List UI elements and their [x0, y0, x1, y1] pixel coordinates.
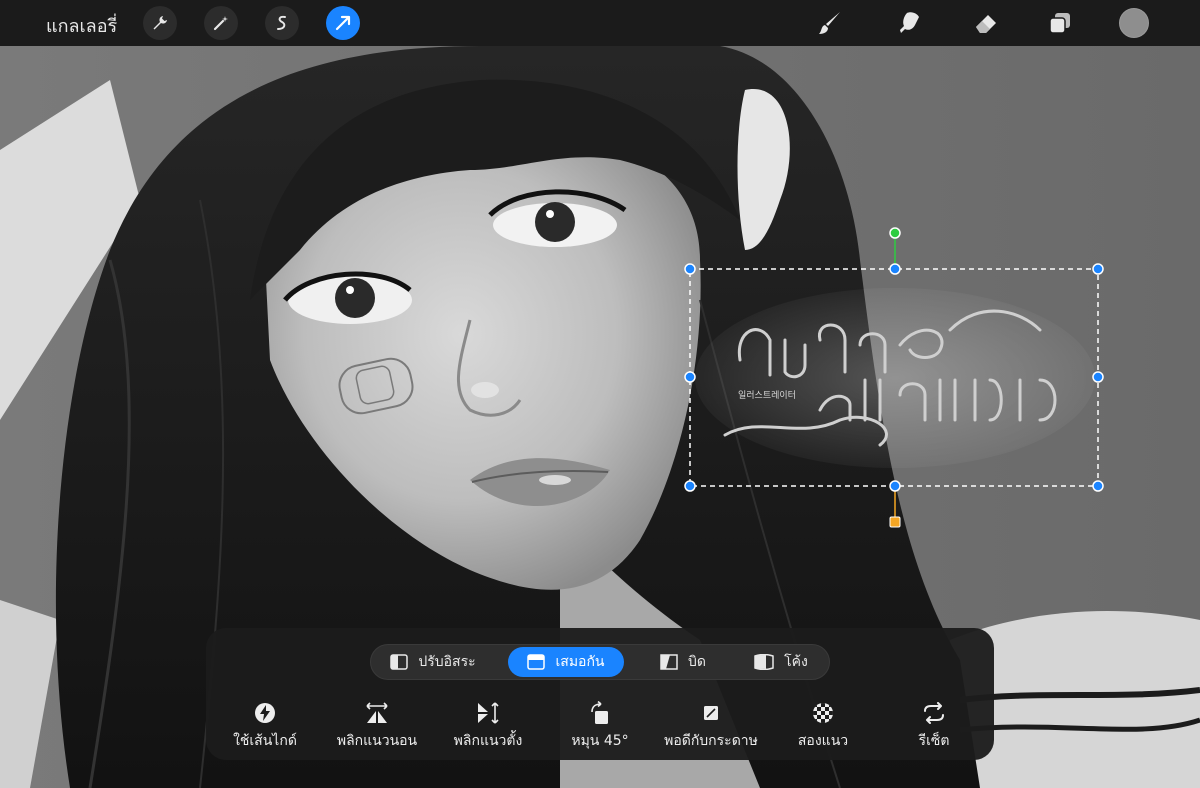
reset-button[interactable]: รีเซ็ต [869, 700, 999, 752]
handle-top-right[interactable] [1092, 263, 1104, 275]
actions-button[interactable] [143, 6, 177, 40]
eraser-icon [976, 15, 996, 33]
interpolation-label: สองแนว [797, 733, 849, 749]
adjustments-button[interactable] [204, 6, 238, 40]
handle-bottom-middle[interactable] [889, 480, 901, 492]
mode-warp-button[interactable]: โค้ง [741, 647, 821, 677]
transform-mode-selector: ปรับอิสระ เสมอกัน บิด โค้ง [370, 644, 830, 680]
handle-middle-right[interactable] [1092, 371, 1104, 383]
brush-tool[interactable] [814, 7, 846, 39]
freeform-icon [390, 654, 409, 670]
transform-button[interactable] [326, 6, 360, 40]
magic-wand-icon [213, 16, 228, 31]
reset-label: รีเซ็ต [918, 733, 950, 749]
rotate-handle[interactable] [889, 227, 901, 239]
flip-vertical-label: พลิกแนวตั้ง [453, 733, 523, 749]
mode-distort-label: บิด [688, 654, 706, 670]
fit-to-screen-button[interactable]: พอดีกับกระดาษ [646, 700, 776, 752]
gallery-button[interactable]: แกลเลอรี่ [46, 11, 117, 40]
mode-freeform-label: ปรับอิสระ [418, 654, 476, 670]
handle-bottom-right[interactable] [1092, 480, 1104, 492]
smudge-tool[interactable] [895, 7, 927, 39]
lettering-korean-text: 일러스트레이터 [738, 390, 796, 401]
color-picker-button[interactable] [1119, 8, 1149, 38]
fit-to-screen-icon [704, 706, 718, 720]
flip-horizontal-icon [366, 702, 388, 723]
distort-icon [660, 654, 678, 670]
fit-to-screen-label: พอดีกับกระดาษ [664, 733, 758, 749]
layers-tool[interactable] [1044, 7, 1076, 39]
handle-top-middle[interactable] [889, 263, 901, 275]
pivot-handle[interactable] [889, 516, 901, 528]
flip-horizontal-label: พลิกแนวนอน [336, 733, 418, 749]
brush-icon [819, 12, 840, 34]
layers-icon [1049, 13, 1070, 34]
flip-vertical-button[interactable]: พลิกแนวตั้ง [423, 700, 553, 752]
wrench-icon [153, 16, 167, 30]
snapping-bolt-icon [255, 703, 275, 723]
reset-icon [924, 702, 944, 724]
mode-distort-button[interactable]: บิด [643, 647, 723, 677]
interpolation-icon [813, 703, 833, 723]
handle-top-left[interactable] [684, 263, 696, 275]
mode-uniform-button[interactable]: เสมอกัน [508, 647, 624, 677]
top-toolbar: แกลเลอรี่ [0, 0, 1200, 46]
selection-button[interactable] [265, 6, 299, 40]
eraser-tool[interactable] [970, 7, 1002, 39]
transform-arrow-icon [335, 15, 351, 31]
mode-freeform-button[interactable]: ปรับอิสระ [377, 647, 489, 677]
smudge-icon [900, 12, 919, 34]
rotate-45-label: หมุน 45° [571, 733, 629, 749]
uniform-icon [527, 654, 546, 670]
warp-icon [754, 654, 774, 670]
mode-warp-label: โค้ง [784, 654, 808, 670]
transform-panel: ปรับอิสระ เสมอกัน บิด โค้ง ใช้เส้นไกด์ พ… [206, 628, 994, 760]
handle-middle-left[interactable] [684, 371, 696, 383]
snapping-label: ใช้เส้นไกด์ [233, 733, 297, 749]
mode-uniform-label: เสมอกัน [555, 654, 605, 670]
snapping-button[interactable]: ใช้เส้นไกด์ [200, 700, 330, 752]
rotate-45-icon [591, 701, 608, 724]
handle-bottom-left[interactable] [684, 480, 696, 492]
flip-vertical-icon [478, 702, 499, 724]
selection-s-icon [277, 15, 286, 30]
